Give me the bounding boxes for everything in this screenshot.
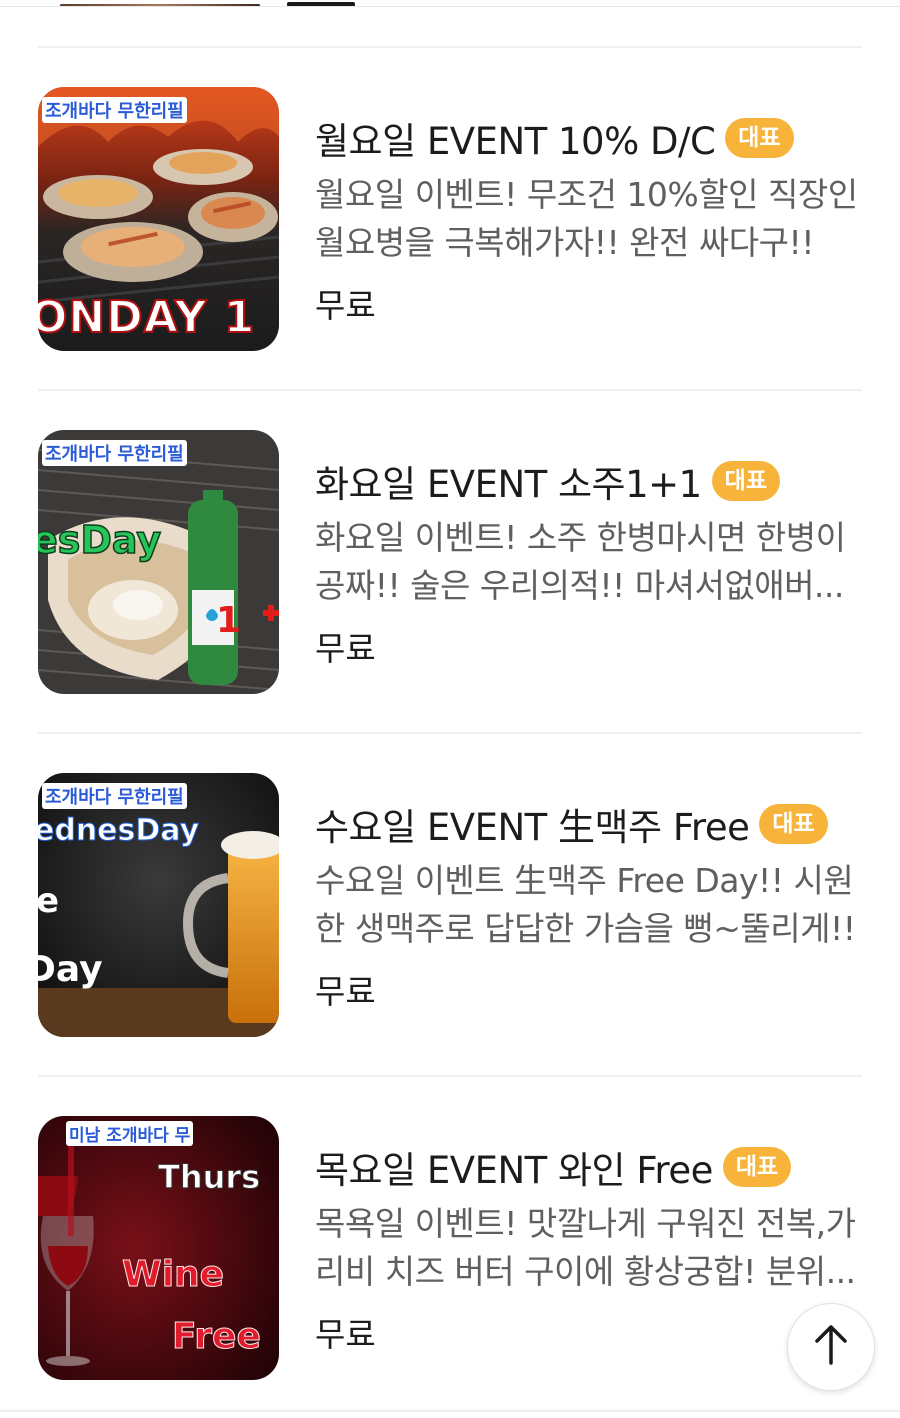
image-caption: esDay [38,517,162,563]
bottom-divider [0,1410,900,1412]
list-divider [38,1075,862,1077]
menu-item-title: 수요일 EVENT 生맥주 Free [315,806,750,849]
menu-item-image: 조개바다 무한리필 ONDAY 1 [38,87,279,351]
menu-item-title: 목요일 EVENT 와인 Free [315,1149,713,1192]
menu-item-tuesday[interactable]: 조개바다 무한리필 esDay 1 화요일 EVENT 소주1+1 대표 화요일… [0,430,900,695]
image-caption: ednesDay [38,813,200,849]
image-caption-line3: Free [172,1316,262,1358]
menu-item-wednesday[interactable]: 조개바다 무한리필 ednesDay e Day 수요일 EVENT 生맥주 F… [0,773,900,1038]
menu-item-title: 화요일 EVENT 소주1+1 [315,463,702,506]
menu-item-description: 목욕일 이벤트! 맛깔나게 구워진 전복,가리비 치즈 버터 구이에 황상궁합!… [315,1204,856,1291]
scroll-to-top-button[interactable] [787,1303,875,1391]
menu-item-info: 목요일 EVENT 와인 Free 대표 목욕일 이벤트! 맛깔나게 구워진 전… [315,1116,875,1356]
arrow-up-icon [811,1323,851,1371]
image-caption-line2: e [38,881,60,921]
menu-item-title-row: 월요일 EVENT 10% D/C 대표 [315,113,875,163]
image-caption-line3: Day [38,949,103,990]
menu-item-title-row: 화요일 EVENT 소주1+1 대표 [315,456,875,506]
menu-item-info: 수요일 EVENT 生맥주 Free 대표 수요일 이벤트 生맥주 Free D… [315,773,875,1013]
image-brand-label: 조개바다 무한리필 [42,783,187,809]
menu-item-price: 무료 [315,972,376,1011]
menu-item-title: 월요일 EVENT 10% D/C [315,120,716,163]
featured-badge: 대표 [725,118,794,158]
menu-item-info: 월요일 EVENT 10% D/C 대표 월요일 이벤트! 무조건 10%할인 … [315,87,875,327]
image-brand-label: 조개바다 무한리필 [42,97,187,123]
menu-item-price: 무료 [315,286,376,325]
menu-item-description: 화요일 이벤트! 소주 한병마시면 한병이 공짜!! 술은 우리의적!! 마셔서… [315,518,846,605]
menu-item-image: 조개바다 무한리필 esDay 1 [38,430,279,694]
image-caption: ONDAY 1 [38,291,256,344]
image-badge-number: 1 [216,600,242,641]
menu-item-thursday[interactable]: 미남 조개바다 무 Thurs Wine Free 목요일 EVENT 와인 F… [0,1116,900,1381]
list-divider [38,732,862,734]
menu-item-description: 월요일 이벤트! 무조건 10%할인 직장인 월요병을 극복해가자!! 완전 싸… [315,175,858,262]
menu-item-info: 화요일 EVENT 소주1+1 대표 화요일 이벤트! 소주 한병마시면 한병이… [315,430,875,670]
menu-item-price: 무료 [315,629,376,668]
menu-item-image: 미남 조개바다 무 Thurs Wine Free [38,1116,279,1380]
image-brand-label: 조개바다 무한리필 [42,440,187,466]
featured-badge: 대표 [759,804,828,844]
menu-item-image: 조개바다 무한리필 ednesDay e Day [38,773,279,1037]
image-brand-label: 미남 조개바다 무 [66,1121,194,1146]
list-divider [38,389,862,391]
list-divider [38,46,862,48]
featured-badge: 대표 [722,1147,792,1187]
image-caption-line2: Wine [121,1254,225,1296]
menu-item-description: 수요일 이벤트 生맥주 Free Day!! 시원한 생맥주로 답답한 가슴을 … [315,861,856,948]
menu-item-monday[interactable]: 조개바다 무한리필 ONDAY 1 월요일 EVENT 10% D/C 대표 월… [0,87,900,352]
featured-badge: 대표 [711,461,780,501]
menu-list: 조개바다 무한리필 ONDAY 1 월요일 EVENT 10% D/C 대표 월… [0,0,900,1418]
menu-item-title-row: 수요일 EVENT 生맥주 Free 대표 [315,799,875,849]
image-caption: Thurs [157,1158,261,1197]
menu-item-title-row: 목요일 EVENT 와인 Free 대표 [315,1142,875,1192]
